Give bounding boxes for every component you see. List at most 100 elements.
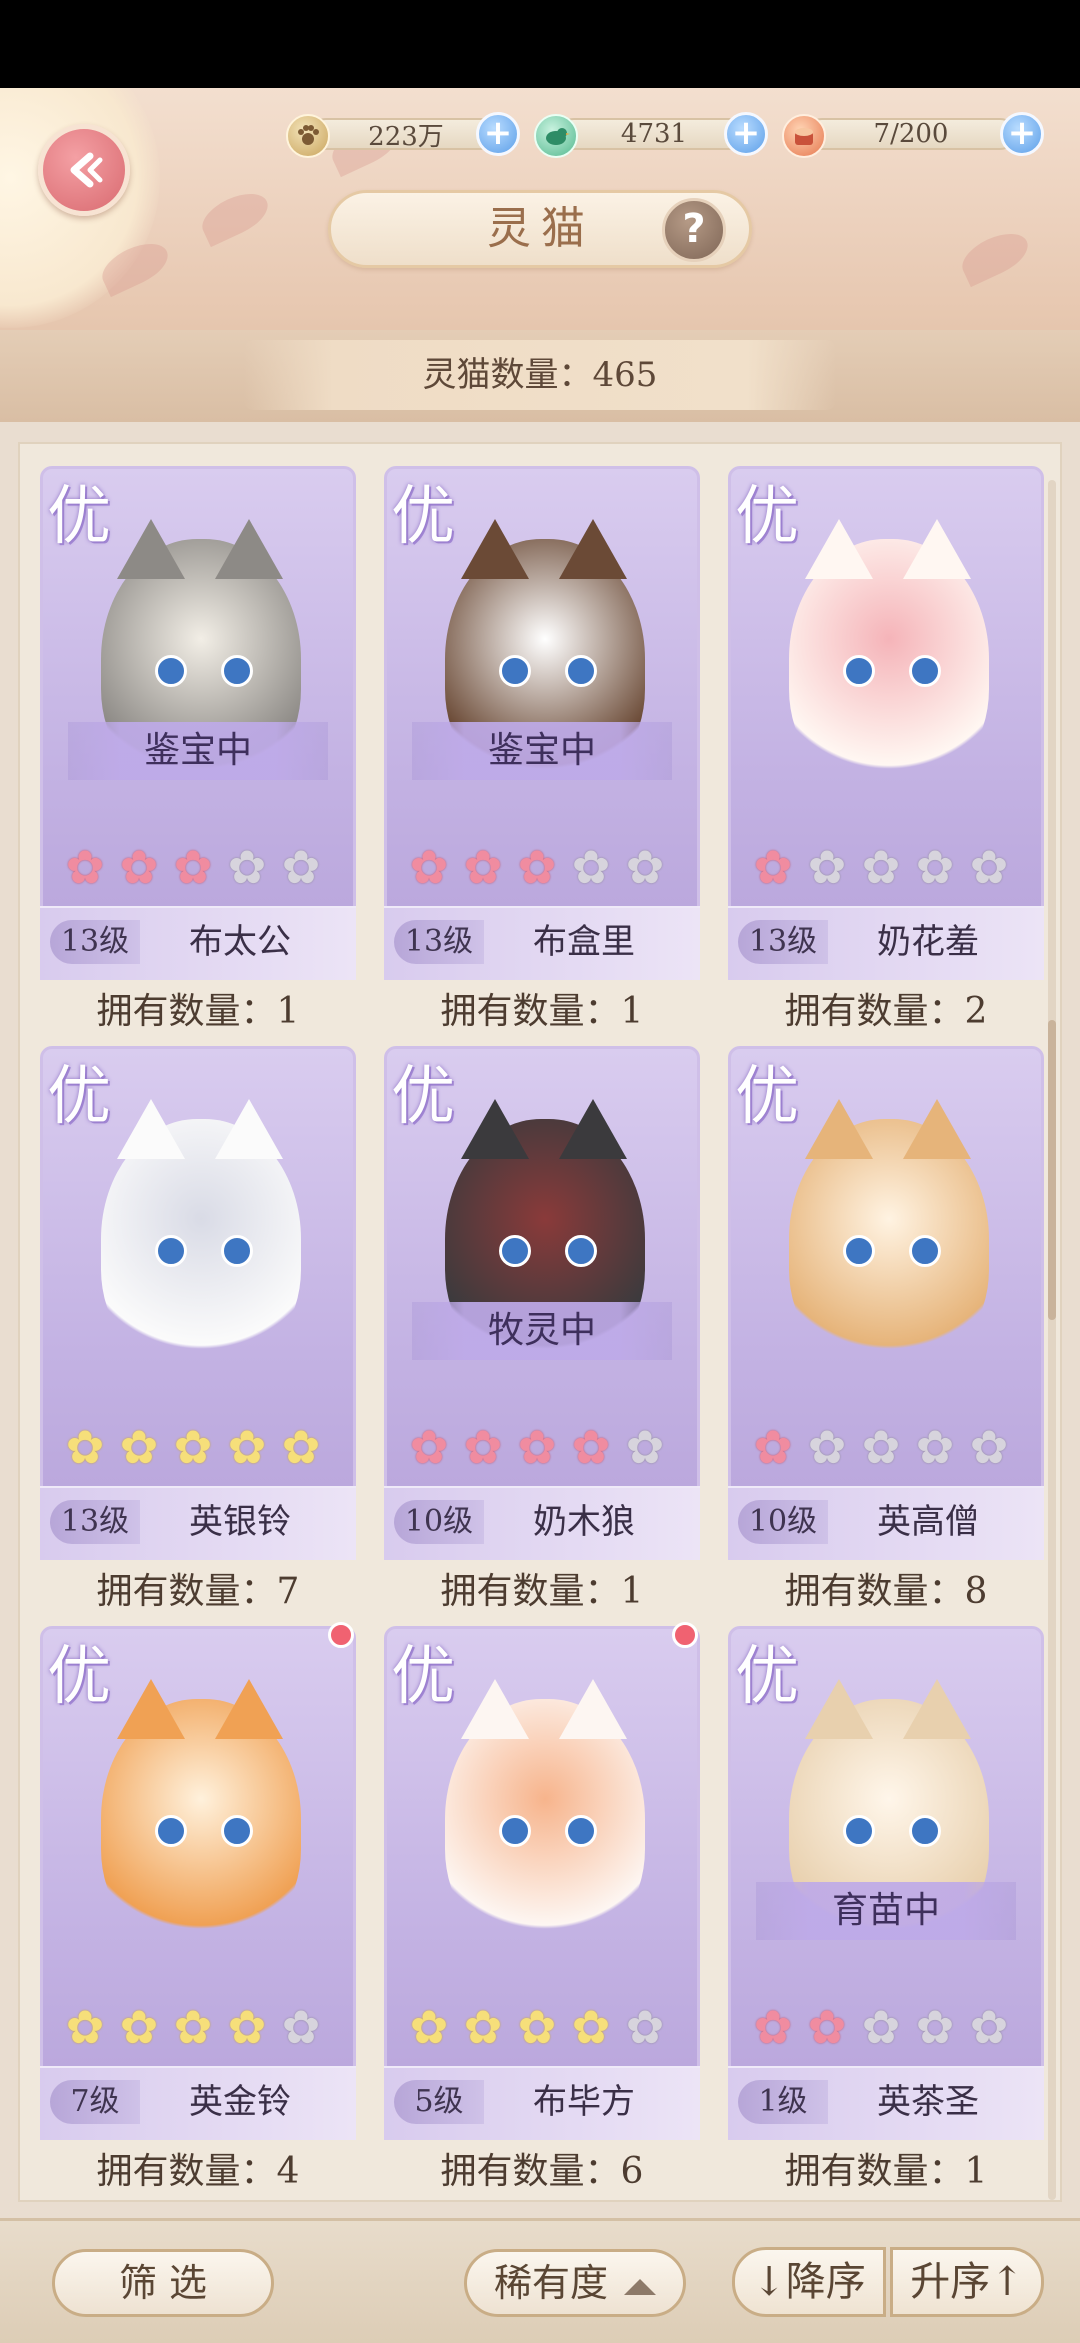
flower-star-icon: ✿ bbox=[625, 840, 665, 894]
flower-star-icon: ✿ bbox=[227, 840, 267, 894]
flower-star-icon: ✿ bbox=[409, 2000, 449, 2054]
question-icon: ? bbox=[682, 206, 706, 252]
owned-count: 拥有数量：1 bbox=[784, 2151, 988, 2192]
star-rating: ✿ ✿ ✿ ✿ ✿ bbox=[404, 2000, 684, 2054]
paw-coin-icon bbox=[286, 114, 330, 158]
cat-name: 英高僧 bbox=[877, 1502, 979, 1542]
cat-ear-right bbox=[903, 519, 971, 579]
sort-field-label: 稀有度 bbox=[493, 2261, 608, 2305]
cat-count-bar: 灵猫数量：465 bbox=[0, 330, 1080, 422]
grade-badge: 优 bbox=[391, 1640, 455, 1714]
level-badge: 13级 bbox=[50, 1500, 140, 1544]
grade-badge: 优 bbox=[735, 1640, 799, 1714]
flower-star-icon: ✿ bbox=[517, 840, 557, 894]
cat-ear-left bbox=[805, 519, 873, 579]
cat-eye bbox=[909, 1815, 941, 1847]
grade-badge: 优 bbox=[391, 1060, 455, 1134]
level-badge: 1级 bbox=[738, 2080, 828, 2124]
bottom-bar: 筛 选 稀有度 ↓降序 升序↑ bbox=[0, 2218, 1080, 2343]
cat-ear-right bbox=[215, 1099, 283, 1159]
flower-star-icon: ✿ bbox=[119, 1420, 159, 1474]
flower-star-icon: ✿ bbox=[625, 1420, 665, 1474]
back-button[interactable] bbox=[38, 124, 130, 216]
cat-eye bbox=[565, 1815, 597, 1847]
cat-eye bbox=[155, 1235, 187, 1267]
cat-card[interactable]: 优鉴宝中 ✿ ✿ ✿ ✿ ✿ 13级 布盒里 bbox=[384, 466, 700, 980]
filter-button[interactable]: 筛 选 bbox=[52, 2249, 274, 2317]
cat-ear-right bbox=[903, 1099, 971, 1159]
flower-star-icon: ✿ bbox=[463, 2000, 503, 2054]
resource-value: 7/200 bbox=[806, 118, 1016, 150]
flower-star-icon: ✿ bbox=[915, 2000, 955, 2054]
card-frame: 优 bbox=[40, 1046, 356, 1558]
grade-badge: 优 bbox=[47, 1060, 111, 1134]
cat-card[interactable]: 优 ✿ ✿ ✿ ✿ ✿ 5级 布毕方 bbox=[384, 1622, 700, 2140]
flower-star-icon: ✿ bbox=[969, 2000, 1009, 2054]
help-button[interactable]: ? bbox=[662, 198, 726, 262]
flower-star-icon: ✿ bbox=[65, 1420, 105, 1474]
cat-card[interactable]: 优 ✿ ✿ ✿ ✿ ✿ 13级 英银铃 bbox=[40, 1046, 356, 1560]
triangle-up-icon bbox=[624, 2278, 656, 2295]
jade-bird-icon bbox=[534, 114, 578, 158]
add-jade-bird-button[interactable]: + bbox=[724, 112, 768, 156]
resource-value: 4731 bbox=[558, 118, 750, 150]
cat-card[interactable]: 优 ✿ ✿ ✿ ✿ ✿ 13级 奶花羞 bbox=[728, 466, 1044, 980]
cat-ear-right bbox=[215, 519, 283, 579]
cat-eye bbox=[499, 1815, 531, 1847]
grade-badge: 优 bbox=[735, 480, 799, 554]
cat-card[interactable]: 优育苗中 ✿ ✿ ✿ ✿ ✿ 1级 英茶圣 bbox=[728, 1626, 1044, 2140]
flower-star-icon: ✿ bbox=[807, 2000, 847, 2054]
flower-star-icon: ✿ bbox=[65, 840, 105, 894]
level-badge: 5级 bbox=[394, 2080, 484, 2124]
flower-star-icon: ✿ bbox=[571, 840, 611, 894]
flower-star-icon: ✿ bbox=[571, 2000, 611, 2054]
flower-star-icon: ✿ bbox=[753, 2000, 793, 2054]
flower-star-icon: ✿ bbox=[463, 840, 503, 894]
level-badge: 13级 bbox=[394, 920, 484, 964]
star-rating: ✿ ✿ ✿ ✿ ✿ bbox=[60, 2000, 340, 2054]
card-frame: 优 bbox=[728, 1046, 1044, 1558]
flower-star-icon: ✿ bbox=[517, 1420, 557, 1474]
flower-star-icon: ✿ bbox=[571, 1420, 611, 1474]
grade-badge: 优 bbox=[47, 480, 111, 554]
owned-count: 拥有数量：1 bbox=[440, 991, 644, 1032]
sort-field-dropdown[interactable]: 稀有度 bbox=[464, 2249, 686, 2317]
flower-star-icon: ✿ bbox=[807, 1420, 847, 1474]
flower-star-icon: ✿ bbox=[753, 840, 793, 894]
petal-decoration bbox=[955, 224, 1035, 288]
add-paw-coin-button[interactable]: + bbox=[476, 112, 520, 156]
star-rating: ✿ ✿ ✿ ✿ ✿ bbox=[404, 840, 684, 894]
cat-name: 奶花羞 bbox=[877, 922, 979, 962]
status-bar bbox=[0, 0, 1080, 88]
cat-ear-right bbox=[559, 1679, 627, 1739]
flower-star-icon: ✿ bbox=[969, 1420, 1009, 1474]
flower-star-icon: ✿ bbox=[753, 1420, 793, 1474]
scrollbar-track[interactable] bbox=[1048, 480, 1056, 2200]
grade-badge: 优 bbox=[47, 1640, 111, 1714]
cat-card[interactable]: 优鉴宝中 ✿ ✿ ✿ ✿ ✿ 13级 布太公 bbox=[40, 466, 356, 980]
cat-eye bbox=[565, 1235, 597, 1267]
flower-star-icon: ✿ bbox=[861, 2000, 901, 2054]
flower-star-icon: ✿ bbox=[119, 2000, 159, 2054]
sort-ascending-button[interactable]: 升序↑ bbox=[890, 2247, 1044, 2317]
cat-name: 英银铃 bbox=[189, 1502, 291, 1542]
cat-name: 布盒里 bbox=[533, 922, 635, 962]
card-frame: 优 bbox=[40, 1626, 356, 2138]
level-badge: 7级 bbox=[50, 2080, 140, 2124]
flower-star-icon: ✿ bbox=[409, 840, 449, 894]
fish-can-icon bbox=[782, 114, 826, 158]
flower-star-icon: ✿ bbox=[409, 1420, 449, 1474]
cat-ear-right bbox=[215, 1679, 283, 1739]
resource-fish-can: 7/200 + bbox=[782, 112, 1052, 158]
cat-name: 布太公 bbox=[189, 922, 291, 962]
star-rating: ✿ ✿ ✿ ✿ ✿ bbox=[748, 1420, 1028, 1474]
add-fish-can-button[interactable]: + bbox=[1000, 112, 1044, 156]
sort-descending-button[interactable]: ↓降序 bbox=[732, 2247, 886, 2317]
cat-card[interactable]: 优 ✿ ✿ ✿ ✿ ✿ 7级 英金铃 bbox=[40, 1622, 356, 2140]
cat-card[interactable]: 优 ✿ ✿ ✿ ✿ ✿ 10级 英高僧 bbox=[728, 1046, 1044, 1560]
cat-ear-left bbox=[461, 1679, 529, 1739]
cat-ear-left bbox=[461, 1099, 529, 1159]
scrollbar-thumb[interactable] bbox=[1048, 1020, 1056, 1320]
level-badge: 13级 bbox=[50, 920, 140, 964]
cat-card[interactable]: 优牧灵中 ✿ ✿ ✿ ✿ ✿ 10级 奶木狼 bbox=[384, 1046, 700, 1560]
